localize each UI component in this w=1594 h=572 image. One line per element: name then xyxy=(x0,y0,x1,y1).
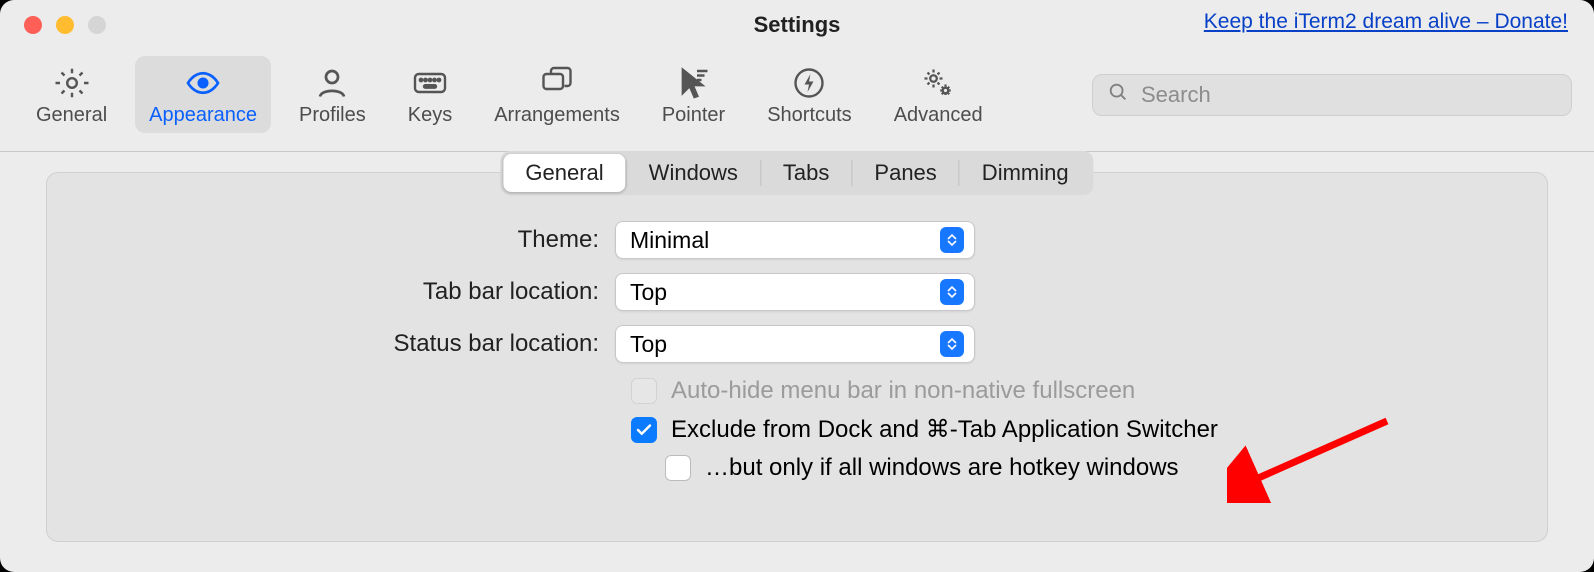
subtab-windows[interactable]: Windows xyxy=(627,154,760,192)
status-bar-location-value: Top xyxy=(630,331,940,358)
close-window-button[interactable] xyxy=(24,16,42,34)
titlebar: Settings Keep the iTerm2 dream alive – D… xyxy=(0,0,1594,50)
checkbox-autohide-menubar: Auto-hide menu bar in non-native fullscr… xyxy=(631,377,1547,405)
tab-bar-location-select[interactable]: Top xyxy=(615,273,975,311)
subtab-general[interactable]: General xyxy=(503,154,625,192)
appearance-checkboxes: Auto-hide menu bar in non-native fullscr… xyxy=(631,377,1547,482)
cursor-icon xyxy=(676,64,712,102)
bolt-icon xyxy=(791,64,827,102)
search-input[interactable] xyxy=(1139,81,1557,109)
checkbox-box xyxy=(631,378,657,404)
status-bar-location-select[interactable]: Top xyxy=(615,325,975,363)
toolbar-tab-profiles[interactable]: Profiles xyxy=(285,56,380,133)
toolbar-tab-label: General xyxy=(36,104,107,127)
donate-link[interactable]: Keep the iTerm2 dream alive – Donate! xyxy=(1204,10,1568,34)
toolbar-tab-label: Appearance xyxy=(149,104,257,127)
toolbar-tab-keys[interactable]: Keys xyxy=(394,56,466,133)
row-status-bar-location: Status bar location: Top xyxy=(47,325,1547,363)
content-area: General Windows Tabs Panes Dimming Theme… xyxy=(0,152,1594,572)
search-icon xyxy=(1107,81,1129,108)
toolbar-tab-advanced[interactable]: Advanced xyxy=(880,56,997,133)
checkbox-only-hotkey-windows[interactable]: …but only if all windows are hotkey wind… xyxy=(665,454,1547,482)
traffic-lights xyxy=(24,16,106,34)
tab-bar-location-value: Top xyxy=(630,279,940,306)
toolbar-tab-label: Shortcuts xyxy=(767,104,851,127)
toolbar-tab-label: Keys xyxy=(408,104,452,127)
minimize-window-button[interactable] xyxy=(56,16,74,34)
appearance-panel: General Windows Tabs Panes Dimming Theme… xyxy=(46,172,1548,542)
toolbar-tab-pointer[interactable]: Pointer xyxy=(648,56,739,133)
theme-select[interactable]: Minimal xyxy=(615,221,975,259)
theme-value: Minimal xyxy=(630,227,940,254)
checkbox-label: …but only if all windows are hotkey wind… xyxy=(705,454,1179,482)
toolbar: General Appearance Profiles xyxy=(0,50,1594,152)
keyboard-icon xyxy=(412,64,448,102)
status-bar-location-label: Status bar location: xyxy=(47,330,615,358)
appearance-form: Theme: Minimal Tab bar location: Top xyxy=(47,221,1547,482)
select-stepper-icon xyxy=(940,227,964,253)
toolbar-tab-label: Pointer xyxy=(662,104,725,127)
toolbar-tab-appearance[interactable]: Appearance xyxy=(135,56,271,133)
tab-bar-location-label: Tab bar location: xyxy=(47,278,615,306)
windows-icon xyxy=(539,64,575,102)
zoom-window-button[interactable] xyxy=(88,16,106,34)
appearance-subtabs: General Windows Tabs Panes Dimming xyxy=(500,151,1093,195)
toolbar-tab-label: Arrangements xyxy=(494,104,620,127)
checkbox-box xyxy=(665,455,691,481)
settings-window: Settings Keep the iTerm2 dream alive – D… xyxy=(0,0,1594,572)
select-stepper-icon xyxy=(940,331,964,357)
subtab-tabs[interactable]: Tabs xyxy=(761,154,851,192)
eye-icon xyxy=(185,64,221,102)
search-field[interactable] xyxy=(1092,74,1572,116)
checkbox-label: Exclude from Dock and ⌘-Tab Application … xyxy=(671,415,1218,444)
gears-icon xyxy=(920,64,956,102)
row-theme: Theme: Minimal xyxy=(47,221,1547,259)
toolbar-tab-label: Profiles xyxy=(299,104,366,127)
theme-label: Theme: xyxy=(47,226,615,254)
gear-icon xyxy=(54,64,90,102)
checkbox-exclude-dock[interactable]: Exclude from Dock and ⌘-Tab Application … xyxy=(631,415,1547,444)
select-stepper-icon xyxy=(940,279,964,305)
subtab-dimming[interactable]: Dimming xyxy=(960,154,1091,192)
toolbar-tab-general[interactable]: General xyxy=(22,56,121,133)
checkbox-label: Auto-hide menu bar in non-native fullscr… xyxy=(671,377,1135,405)
subtab-panes[interactable]: Panes xyxy=(852,154,958,192)
checkbox-box xyxy=(631,417,657,443)
toolbar-tab-arrangements[interactable]: Arrangements xyxy=(480,56,634,133)
person-icon xyxy=(314,64,350,102)
toolbar-tab-label: Advanced xyxy=(894,104,983,127)
row-tab-bar-location: Tab bar location: Top xyxy=(47,273,1547,311)
toolbar-tab-shortcuts[interactable]: Shortcuts xyxy=(753,56,865,133)
